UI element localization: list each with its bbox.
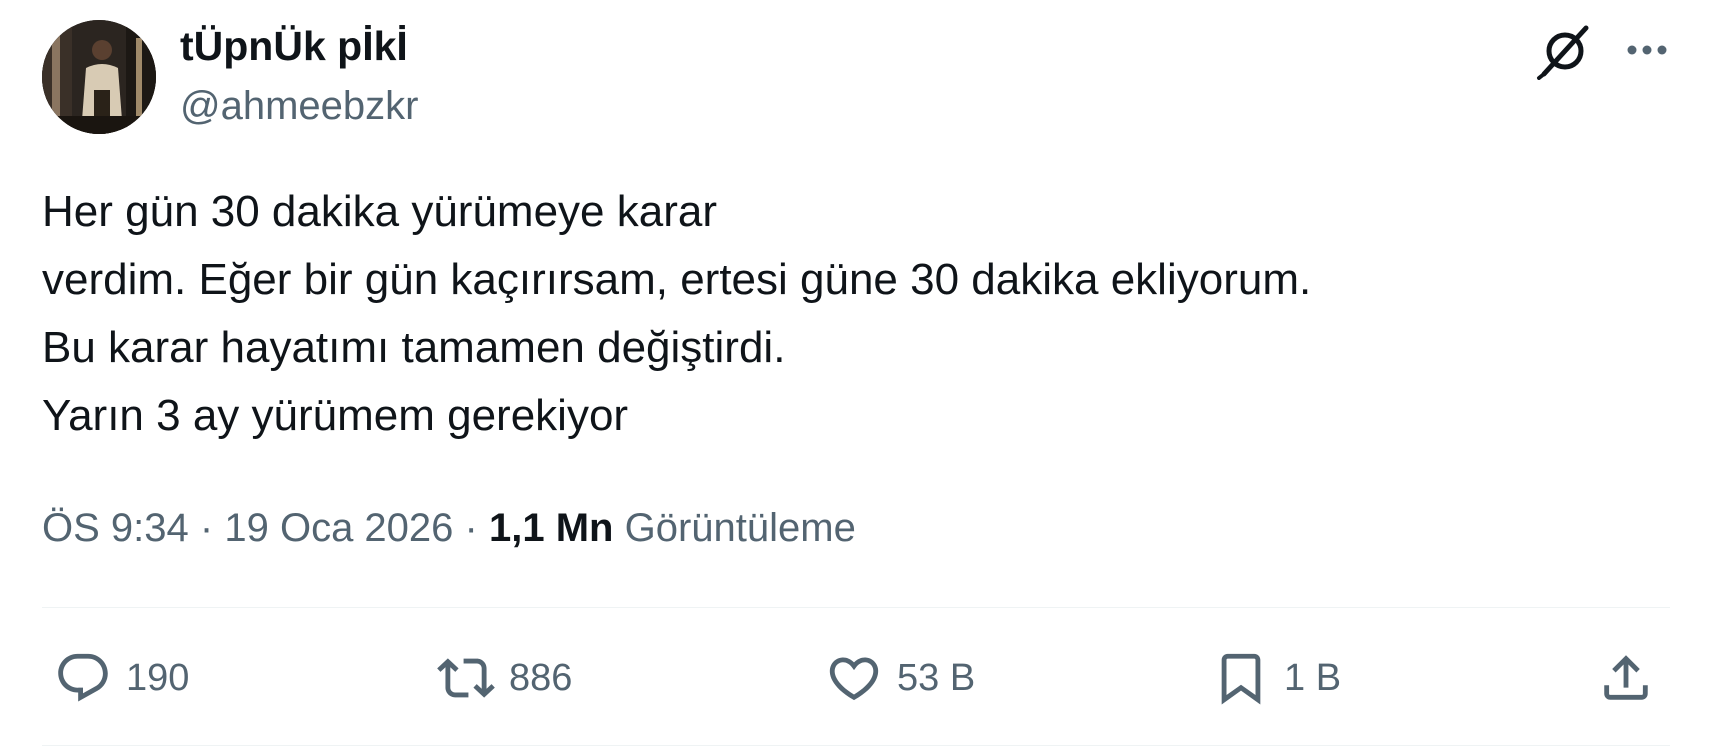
more-icon[interactable] (1622, 30, 1672, 70)
reply-count: 190 (126, 656, 190, 699)
repost-button[interactable]: 886 (437, 646, 572, 710)
repost-count: 886 (509, 656, 573, 699)
share-icon (1604, 655, 1648, 700)
like-count: 53 B (897, 656, 976, 699)
grok-icon[interactable] (1536, 22, 1594, 80)
tweet-time[interactable]: ÖS 9:34 (42, 506, 189, 550)
avatar-image (42, 20, 156, 134)
reply-icon (58, 653, 108, 702)
tweet-card: tÜpnÜk pİkİ @ahmeebzkr Her gün 30 dakika… (0, 0, 1718, 754)
tweet-meta: ÖS 9:34 · 19 Oca 2026 · 1,1 Mn Görüntüle… (42, 500, 856, 556)
bookmark-button[interactable]: 1 B (1212, 646, 1341, 710)
meta-separator: · (464, 506, 478, 550)
like-button[interactable]: 53 B (825, 646, 975, 710)
bookmark-icon (1221, 653, 1261, 705)
reply-button[interactable]: 190 (54, 646, 189, 710)
divider (42, 745, 1670, 746)
repost-icon (437, 658, 495, 698)
avatar[interactable] (42, 20, 156, 134)
display-name[interactable]: tÜpnÜk pİkİ (180, 20, 408, 72)
tweet-date[interactable]: 19 Oca 2026 (224, 506, 453, 550)
meta-separator: · (199, 506, 214, 550)
user-handle[interactable]: @ahmeebzkr (180, 80, 418, 132)
heart-icon (829, 657, 879, 701)
views-label[interactable]: Görüntüleme (625, 506, 856, 550)
bookmark-count: 1 B (1284, 656, 1342, 699)
share-button[interactable] (1597, 646, 1655, 710)
divider (42, 607, 1670, 608)
views-count[interactable]: 1,1 Mn (489, 506, 613, 550)
tweet-text: Her gün 30 dakika yürümeye karar verdim.… (42, 187, 1312, 440)
